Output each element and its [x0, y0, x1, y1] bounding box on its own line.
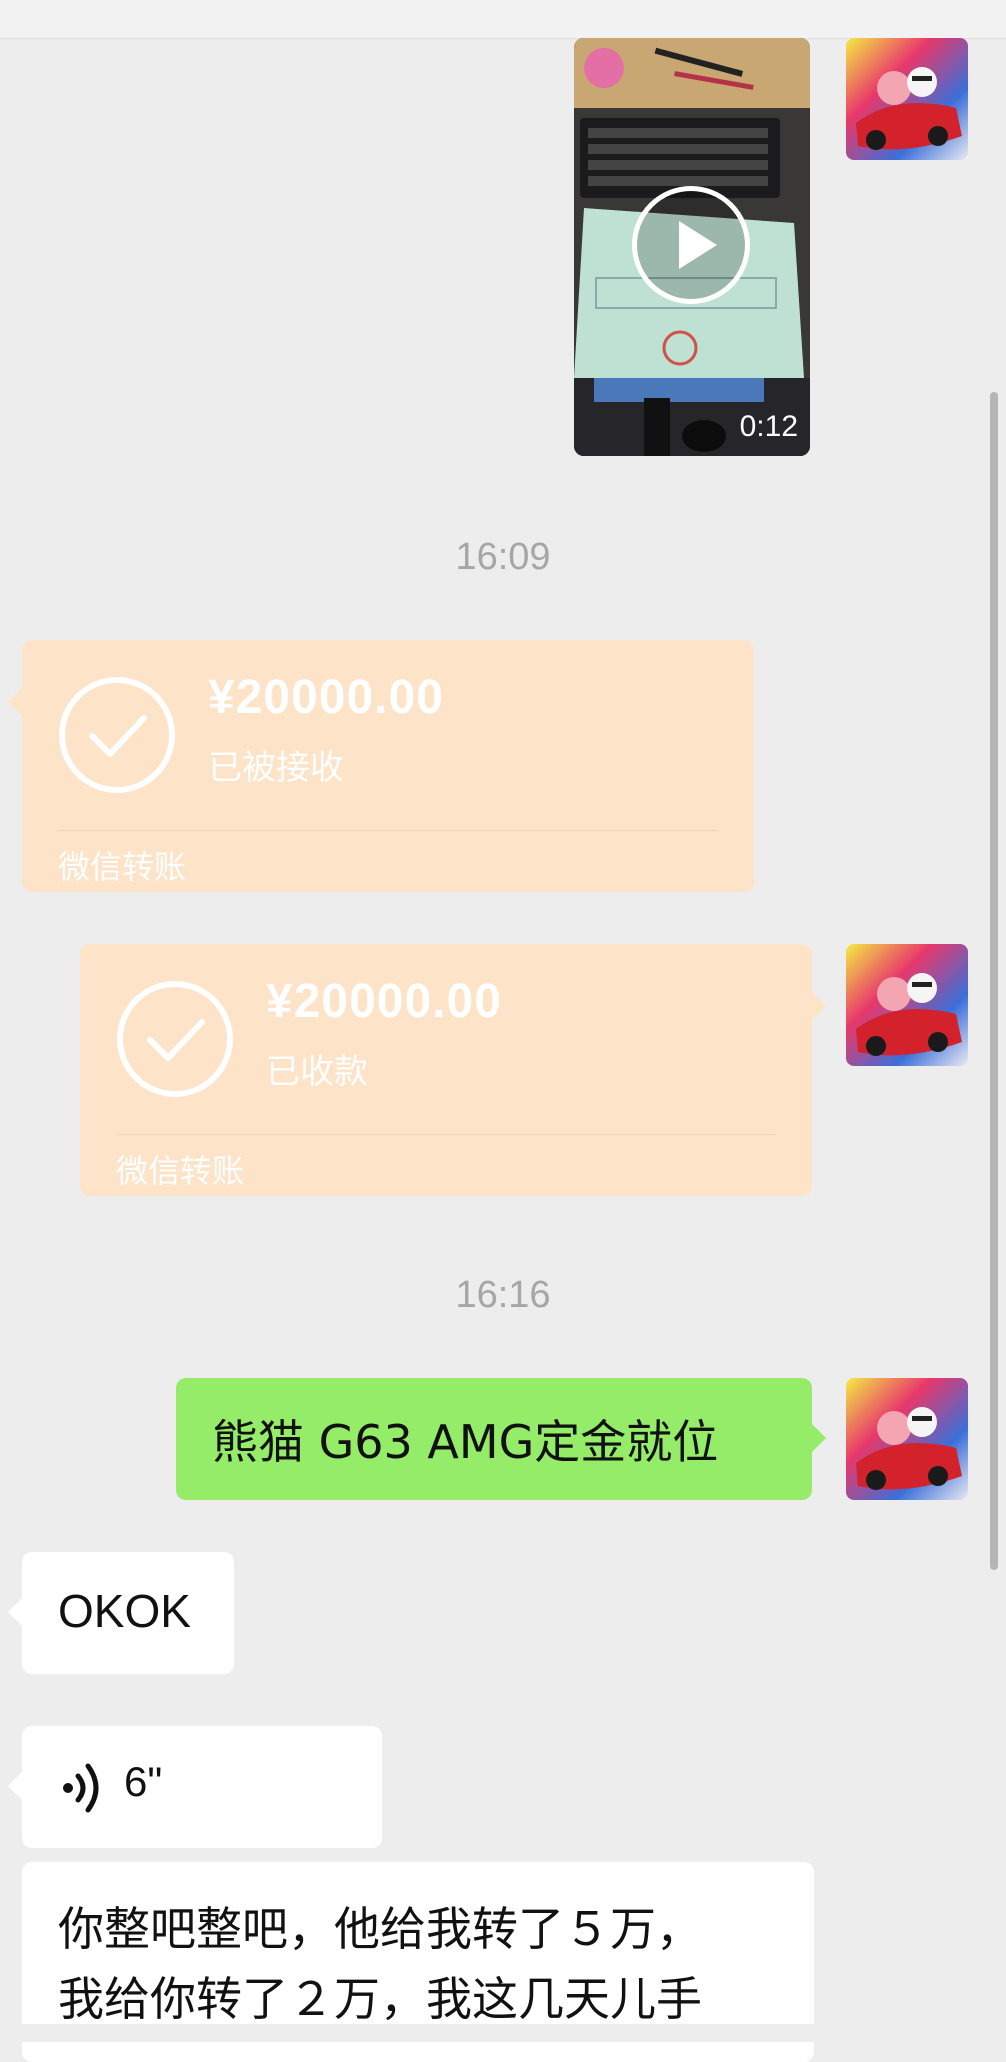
- sent-message-bubble[interactable]: 熊猫 G63 AMG定金就位: [176, 1378, 826, 1500]
- top-edge: [0, 0, 1006, 39]
- transfer-amount: ¥20000.00: [266, 975, 502, 1028]
- bubble-tail: [8, 1598, 22, 1626]
- transfer-status: 已被接收: [208, 748, 344, 788]
- avatar[interactable]: [846, 38, 968, 160]
- avatar[interactable]: [846, 1378, 968, 1500]
- voice-duration: 6": [124, 1758, 163, 1805]
- transfer-label: 微信转账: [116, 1152, 245, 1190]
- check-circle-icon: [117, 981, 233, 1097]
- message-text: 熊猫 G63 AMG定金就位: [212, 1415, 719, 1469]
- message-text: OKOK: [58, 1585, 191, 1637]
- timestamp: 16:09: [455, 536, 551, 578]
- transfer-label: 微信转账: [58, 848, 187, 886]
- transfer-amount: ¥20000.00: [208, 671, 444, 724]
- scrollbar[interactable]: [990, 392, 998, 1570]
- bubble-tail: [812, 992, 826, 1020]
- bubble-tail: [812, 1424, 826, 1452]
- video-message[interactable]: 0:12: [574, 38, 810, 456]
- voice-wave-icon: [63, 1763, 99, 1813]
- check-circle-icon: [59, 677, 175, 793]
- divider: [116, 1134, 776, 1135]
- message-text-line: 你整吧整吧，他给我转了５万，: [58, 1902, 702, 1956]
- voice-message-bubble[interactable]: 6": [8, 1726, 382, 1848]
- timestamp: 16:16: [455, 1274, 551, 1316]
- transfer-sent-card[interactable]: ¥20000.00 已收款 微信转账: [80, 944, 826, 1196]
- avatar[interactable]: [846, 944, 968, 1066]
- video-duration: 0:12: [739, 410, 798, 443]
- play-icon[interactable]: [632, 186, 750, 304]
- bubble-tail: [8, 688, 22, 716]
- transfer-received-card[interactable]: ¥20000.00 已被接收 微信转账: [8, 640, 754, 892]
- transfer-status: 已收款: [266, 1052, 368, 1092]
- bottom-edge: [0, 2024, 1006, 2042]
- divider: [58, 830, 718, 831]
- received-message-bubble[interactable]: OKOK: [8, 1552, 234, 1674]
- bubble-tail: [8, 1772, 22, 1800]
